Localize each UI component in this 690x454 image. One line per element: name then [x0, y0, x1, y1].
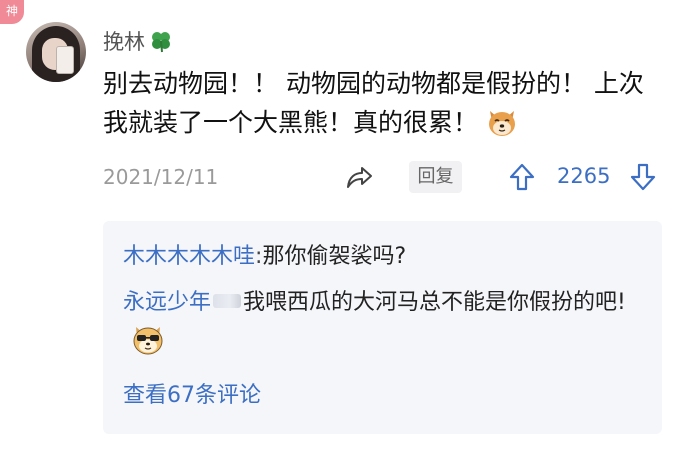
reply-username[interactable]: 木木木木木哇 — [123, 244, 255, 269]
comment-text: 别去动物园！！ 动物园的动物都是假扮的！ 上次我就装了一个大黑熊！真的很累！ — [103, 69, 644, 137]
comment-date: 2021/12/11 — [103, 165, 219, 189]
avatar-phone — [56, 46, 74, 74]
view-more-comments-link[interactable]: 查看67条评论 — [123, 381, 261, 411]
downvote-icon[interactable] — [629, 162, 657, 192]
reply-username[interactable]: 永远少年 — [123, 290, 211, 315]
upvote-icon[interactable] — [508, 162, 536, 192]
reply-button[interactable]: 回复 — [409, 161, 462, 193]
doge-dog-icon — [489, 111, 516, 136]
avatar[interactable] — [26, 22, 86, 82]
comment-body: 别去动物园！！ 动物园的动物都是假扮的！ 上次我就装了一个大黑熊！真的很累！ — [103, 64, 663, 142]
username-row: 挽林 — [103, 26, 173, 56]
comment-screen: 神 挽林 别去动物园！！ 动物园的动物都是假扮的！ 上次我就装了一个大黑熊！真的… — [0, 0, 690, 454]
replies-box: 木木木木木哇:那你偷袈裟吗? 永远少年 我喂西瓜的大河马总不能是你假扮的吧! 查看… — [103, 221, 662, 434]
reply-text: 我喂西瓜的大河马总不能是你假扮的吧! — [243, 290, 626, 315]
username[interactable]: 挽林 — [103, 26, 145, 56]
sunglasses-dog-icon — [133, 327, 163, 355]
god-comment-badge: 神 — [0, 0, 24, 24]
reply-item: 永远少年 我喂西瓜的大河马总不能是你假扮的吧! — [123, 284, 648, 361]
redacted-segment — [213, 294, 242, 308]
vote-count: 2265 — [557, 164, 611, 188]
reply-text: 那你偷袈裟吗? — [262, 244, 407, 269]
clover-icon — [152, 32, 170, 53]
share-icon[interactable] — [344, 163, 374, 191]
reply-item: 木木木木木哇:那你偷袈裟吗? — [123, 238, 406, 276]
